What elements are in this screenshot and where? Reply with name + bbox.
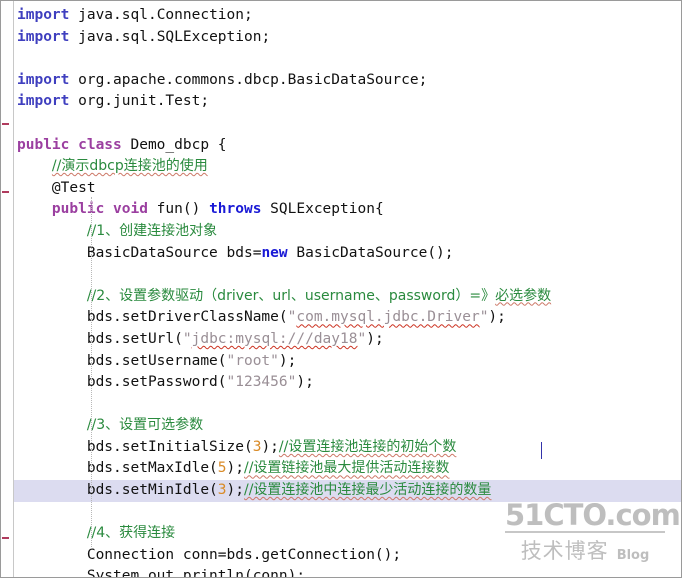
- editor-gutter[interactable]: [1, 1, 14, 577]
- code-fold-marker[interactable]: [2, 123, 9, 125]
- code-line[interactable]: bds.setDriverClassName("com.mysql.jdbc.D…: [1, 307, 681, 329]
- code-line[interactable]: //3、设置可选参数: [1, 415, 681, 437]
- code-token: Connection conn=bds.getConnection();: [17, 546, 402, 563]
- code-line[interactable]: [1, 48, 681, 70]
- code-token: 3: [217, 482, 227, 499]
- code-token: bds.setInitialSize(: [17, 438, 253, 455]
- code-token: );: [366, 330, 384, 347]
- code-token: );: [226, 482, 244, 499]
- code-line[interactable]: [1, 394, 681, 416]
- indent-guide: [91, 197, 92, 547]
- code-line[interactable]: import java.sql.Connection;: [1, 5, 681, 27]
- code-token: "123456": [226, 374, 297, 391]
- code-token: throws: [209, 201, 262, 218]
- code-line[interactable]: bds.setPassword("123456");: [1, 372, 681, 394]
- code-token: bds.setDriverClassName(: [17, 309, 288, 326]
- watermark-site-name: 51CTO.com: [505, 498, 681, 533]
- code-token: ": [182, 330, 192, 347]
- code-token: @Test: [17, 179, 96, 196]
- code-token: new: [261, 244, 288, 261]
- code-token: //设置链接池最大提供活动连接数: [244, 460, 450, 477]
- code-token: 5: [217, 460, 227, 477]
- code-line[interactable]: [1, 113, 681, 135]
- code-token: BasicDataSource();: [287, 244, 454, 261]
- code-token: );: [278, 352, 297, 369]
- watermark-chinese-label: 技术博客: [520, 539, 609, 563]
- code-token: );: [488, 309, 506, 326]
- code-token: import: [17, 7, 70, 23]
- code-token: public void: [51, 201, 148, 218]
- code-line[interactable]: import org.junit.Test;: [1, 91, 681, 113]
- code-line[interactable]: //演示dbcp连接池的使用: [1, 156, 681, 178]
- code-fold-marker[interactable]: [2, 191, 9, 193]
- code-token: bds.setUsername(: [17, 352, 227, 369]
- code-token: ": [357, 330, 367, 347]
- code-token: //2、设置参数驱动（driver、url、username、password）…: [86, 287, 496, 304]
- code-token: org.junit.Test;: [69, 93, 210, 110]
- code-token: 必选参数: [495, 287, 552, 304]
- code-token: //设置连接池连接的初始个数: [278, 438, 457, 455]
- code-token: Demo_dbcp {: [121, 136, 227, 153]
- code-line[interactable]: @Test: [1, 178, 681, 200]
- code-token: bds.setMinIdle(: [17, 482, 218, 499]
- code-line[interactable]: import org.apache.commons.dbcp.BasicData…: [1, 70, 681, 92]
- code-line[interactable]: bds.setUsername("root");: [1, 351, 681, 373]
- code-token: );: [296, 374, 314, 391]
- watermark-blog-label: Blog: [616, 548, 650, 563]
- code-line[interactable]: [1, 264, 681, 286]
- code-line[interactable]: bds.setMaxIdle(5);//设置链接池最大提供活动连接数: [1, 458, 681, 480]
- code-token: "root": [226, 352, 279, 369]
- code-token: SQLException{: [261, 201, 384, 218]
- code-token: //设置连接池中连接最少活动连接的数量: [244, 482, 492, 499]
- code-line[interactable]: System.out.println(conn);: [1, 566, 681, 578]
- code-content-area[interactable]: import java.sql.Connection; import java.s…: [1, 1, 681, 577]
- code-token: import: [17, 93, 70, 110]
- code-token: java.sql.Connection;: [69, 7, 253, 23]
- code-line[interactable]: bds.setInitialSize(3);//设置连接池连接的初始个数: [1, 437, 681, 459]
- code-token: bds.setPassword(: [17, 374, 227, 391]
- code-token: //1、创建连接池对象: [86, 222, 218, 239]
- code-token: public class: [17, 136, 122, 153]
- code-token: import: [17, 28, 70, 45]
- watermark-subtitle-row: 技术博客 Blog: [505, 533, 665, 565]
- text-cursor: [541, 442, 542, 459]
- code-token: //4、获得连接: [86, 525, 176, 542]
- code-token: fun(): [147, 201, 210, 218]
- code-editor-window: import java.sql.Connection; import java.s…: [0, 0, 682, 578]
- code-token: bds.setMaxIdle(: [17, 460, 218, 477]
- code-line[interactable]: import java.sql.SQLException;: [1, 27, 681, 49]
- code-token: //演示dbcp连接池的使用: [51, 158, 208, 175]
- code-token: jdbc:mysql:///day18: [191, 330, 358, 347]
- code-line[interactable]: public class Demo_dbcp {: [1, 135, 681, 157]
- code-token: java.sql.SQLException;: [69, 28, 271, 45]
- code-token: System.out.println(conn);: [17, 568, 306, 578]
- code-line[interactable]: BasicDataSource bds=new BasicDataSource(…: [1, 243, 681, 265]
- code-line[interactable]: //2、设置参数驱动（driver、url、username、password）…: [1, 286, 681, 308]
- code-token: BasicDataSource bds=: [17, 244, 262, 261]
- code-token: );: [261, 438, 279, 455]
- code-fold-marker[interactable]: [2, 537, 9, 539]
- code-line[interactable]: //1、创建连接池对象: [1, 221, 681, 243]
- code-token: import: [17, 71, 70, 88]
- code-token: org.apache.commons.dbcp.BasicDataSource;: [69, 71, 428, 88]
- watermark-logo: 51CTO.com 技术博客 Blog: [505, 498, 681, 565]
- code-token: com.mysql.jdbc.Driver: [296, 309, 480, 326]
- code-line[interactable]: public void fun() throws SQLException{: [1, 199, 681, 221]
- code-token: //3、设置可选参数: [86, 417, 204, 434]
- code-token: bds.setUrl(: [17, 330, 183, 347]
- code-token: );: [226, 460, 244, 477]
- code-line[interactable]: bds.setUrl("jdbc:mysql:///day18");: [1, 329, 681, 351]
